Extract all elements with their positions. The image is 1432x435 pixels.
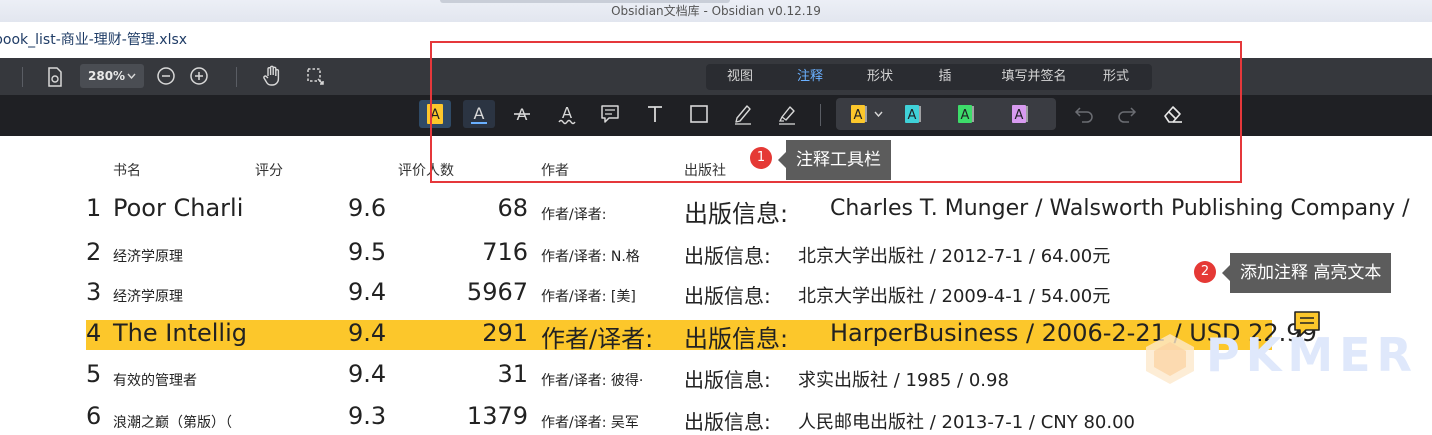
book-title: The Intellig	[113, 319, 247, 347]
publish-info-label: 出版信息:	[684, 319, 788, 354]
review-count: 5967	[440, 278, 528, 306]
marquee-select-icon[interactable]	[306, 67, 324, 85]
publish-info-label: 出版信息:	[684, 364, 771, 393]
book-title: 有效的管理者	[113, 370, 197, 390]
row-rank: 3	[86, 278, 101, 306]
book-title: 经济学原理	[113, 246, 183, 266]
callout-badge-1: 1	[750, 147, 772, 169]
review-count: 68	[440, 194, 528, 222]
publish-info-label: 出版信息:	[684, 240, 771, 269]
callout-badge-2: 2	[1194, 261, 1216, 283]
book-author: 作者/译者: 吴军	[541, 412, 639, 432]
review-count: 716	[440, 238, 528, 266]
titlebar-shadow	[440, 0, 730, 3]
book-author: 作者/译者:	[541, 319, 653, 354]
book-score: 9.6	[348, 194, 386, 222]
book-title: Poor Charli	[113, 194, 243, 222]
document-settings-icon[interactable]	[46, 67, 64, 87]
book-author: 作者/译者: N.格	[541, 246, 640, 266]
column-header-title: 书名	[113, 160, 141, 180]
book-title: 经济学原理	[113, 286, 183, 306]
publish-info: 北京大学出版社 / 2009-4-1 / 54.00元	[798, 282, 1110, 308]
book-author: 作者/译者: 彼得·	[541, 370, 643, 390]
book-author: 作者/译者: [美]	[541, 286, 636, 306]
row-rank: 6	[86, 402, 101, 430]
review-count: 291	[440, 319, 528, 347]
zoom-select[interactable]: 280%	[80, 64, 144, 88]
toolbar-divider	[22, 67, 23, 87]
row-rank: 2	[86, 238, 101, 266]
row-rank: 5	[86, 360, 101, 388]
review-count: 31	[440, 360, 528, 388]
chevron-down-icon	[127, 73, 136, 79]
callout-annotation-toolbar: 注释工具栏	[786, 140, 891, 180]
review-count: 1379	[440, 402, 528, 430]
toolbar-divider	[236, 67, 237, 87]
publish-info: 北京大学出版社 / 2012-7-1 / 64.00元	[798, 242, 1110, 268]
pkmer-logo-icon	[1142, 330, 1198, 388]
pan-hand-icon[interactable]	[262, 65, 282, 87]
book-title: 浪潮之巅（第版）（	[113, 412, 232, 432]
callout-add-annotation: 添加注释 高亮文本	[1230, 253, 1391, 293]
window-title: Obsidian文档库 - Obsidian v0.12.19	[611, 4, 821, 18]
publish-info-label: 出版信息:	[684, 280, 771, 309]
window-titlebar: Obsidian文档库 - Obsidian v0.12.19	[0, 0, 1432, 23]
row-rank: 4	[86, 319, 101, 347]
book-score: 9.4	[348, 360, 386, 388]
zoom-out-icon[interactable]	[156, 66, 176, 86]
book-score: 9.5	[348, 238, 386, 266]
publish-info: Charles T. Munger / Walsworth Publishing…	[830, 196, 1410, 221]
book-author: 作者/译者:	[541, 204, 606, 224]
book-score: 9.3	[348, 402, 386, 430]
publish-info: 求实出版社 / 1985 / 0.98	[798, 366, 1009, 392]
file-name[interactable]: book_list-商业-理财-管理.xlsx	[0, 22, 187, 58]
book-score: 9.4	[348, 319, 386, 347]
publish-info-label: 出版信息:	[684, 406, 771, 435]
publish-info: 人民邮电出版社 / 2013-7-1 / CNY 80.00	[798, 408, 1135, 434]
column-header-score: 评分	[255, 160, 283, 180]
zoom-value: 280%	[88, 69, 125, 83]
publish-info-label: 出版信息:	[684, 194, 788, 229]
pkmer-watermark: PKMER	[1206, 328, 1432, 388]
book-score: 9.4	[348, 278, 386, 306]
zoom-in-icon[interactable]	[189, 66, 209, 86]
row-rank: 1	[86, 194, 101, 222]
